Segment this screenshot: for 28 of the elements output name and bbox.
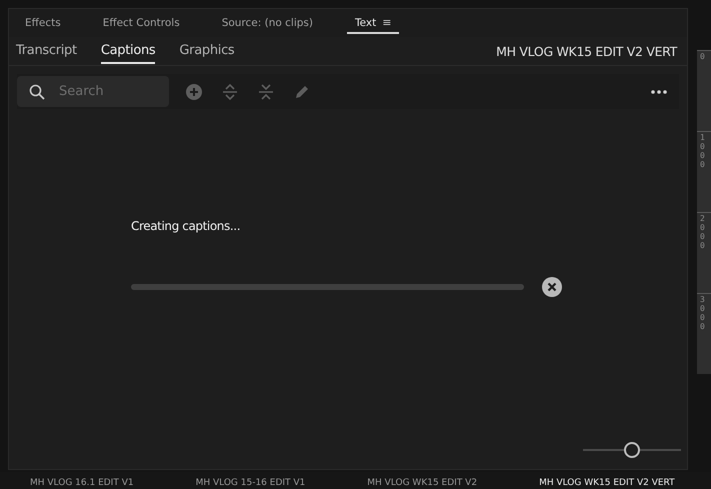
tab[interactable]: Captions — [100, 38, 156, 64]
ruler-label: 0 — [700, 53, 706, 62]
sequence-tab[interactable]: MH VLOG 15-16 EDIT V1 — [196, 478, 306, 489]
ruler-label: 1000 — [700, 134, 706, 170]
slider-thumb[interactable] — [624, 442, 640, 458]
search-field[interactable]: Search — [17, 76, 169, 107]
expand-arrows-icon — [221, 82, 239, 100]
sequence-tab[interactable]: MH VLOG WK15 EDIT V2 — [367, 478, 478, 489]
tab[interactable]: Graphics — [179, 38, 234, 64]
pencil-icon — [294, 84, 310, 100]
cancel-button[interactable] — [542, 277, 562, 297]
menu-icon[interactable]: ≡ — [382, 16, 392, 29]
collapse-arrows-icon — [257, 82, 275, 100]
more-icon — [651, 90, 667, 94]
sequence-tab[interactable]: MH VLOG 16.1 EDIT V1 — [30, 478, 134, 489]
search-icon — [29, 84, 45, 100]
panel-tab[interactable]: Effects — [17, 12, 69, 34]
ruler-label: 3000 — [700, 296, 706, 332]
sequence-name: MH VLOG WK15 EDIT V2 VERT — [496, 44, 677, 58]
close-icon — [547, 282, 557, 292]
tab[interactable]: Transcript — [16, 38, 77, 64]
sequence-tab[interactable]: MH VLOG WK15 EDIT V2 VERT — [539, 478, 675, 489]
panel-tab[interactable]: Source: (no clips) — [214, 12, 321, 34]
status-message: Creating captions... — [131, 219, 242, 233]
plus-circle-icon — [186, 84, 202, 100]
panel-tab[interactable]: Text ≡ — [346, 12, 400, 34]
ruler-label: 2000 — [700, 215, 706, 251]
panel-tab[interactable]: Effect Controls — [94, 12, 188, 34]
